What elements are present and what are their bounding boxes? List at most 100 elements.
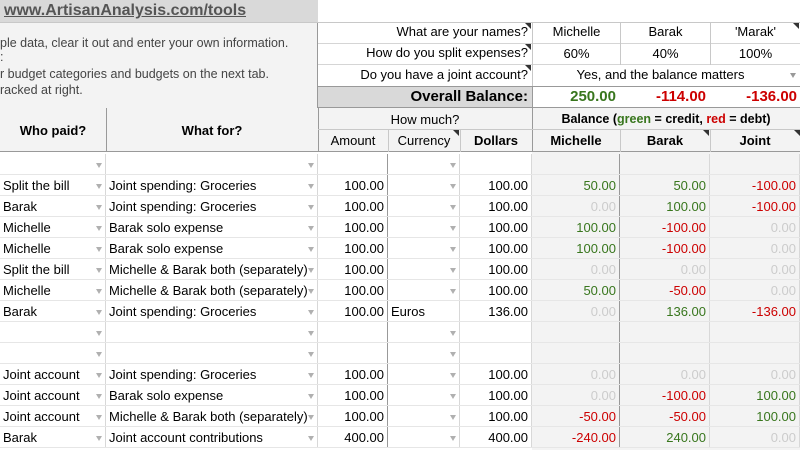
dollars-cell[interactable]: 100.00 xyxy=(460,364,532,384)
who-paid-cell[interactable]: Barak xyxy=(0,301,106,321)
dollars-cell[interactable]: 100.00 xyxy=(460,238,532,258)
what-for-cell[interactable] xyxy=(106,322,318,342)
amount-cell[interactable] xyxy=(318,322,388,342)
dropdown-arrow-icon[interactable] xyxy=(450,373,456,378)
amount-cell[interactable] xyxy=(318,154,388,174)
dollars-cell[interactable]: 400.00 xyxy=(460,427,532,447)
dropdown-arrow-icon[interactable] xyxy=(450,205,456,210)
what-for-cell[interactable]: Barak solo expense xyxy=(106,385,318,405)
amount-cell[interactable]: 400.00 xyxy=(318,427,388,447)
dropdown-arrow-icon[interactable] xyxy=(790,73,796,78)
dropdown-arrow-icon[interactable] xyxy=(96,226,102,231)
dropdown-arrow-icon[interactable] xyxy=(96,394,102,399)
dollars-cell[interactable]: 100.00 xyxy=(460,259,532,279)
amount-cell[interactable]: 100.00 xyxy=(318,259,388,279)
who-paid-cell[interactable]: Joint account xyxy=(0,385,106,405)
what-for-cell[interactable]: Joint spending: Groceries xyxy=(106,196,318,216)
dropdown-arrow-icon[interactable] xyxy=(450,247,456,252)
dollars-cell[interactable]: 100.00 xyxy=(460,175,532,195)
dropdown-arrow-icon[interactable] xyxy=(308,247,314,252)
who-paid-cell[interactable] xyxy=(0,322,106,342)
dropdown-arrow-icon[interactable] xyxy=(450,184,456,189)
name-joint-input[interactable]: 'Marak' xyxy=(711,24,800,39)
who-paid-cell[interactable]: Michelle xyxy=(0,280,106,300)
dropdown-arrow-icon[interactable] xyxy=(308,352,314,357)
dropdown-arrow-icon[interactable] xyxy=(96,310,102,315)
amount-cell[interactable]: 100.00 xyxy=(318,175,388,195)
dollars-cell[interactable]: 136.00 xyxy=(460,301,532,321)
who-paid-cell[interactable]: Joint account xyxy=(0,364,106,384)
dropdown-arrow-icon[interactable] xyxy=(450,436,456,441)
dropdown-arrow-icon[interactable] xyxy=(308,436,314,441)
dropdown-arrow-icon[interactable] xyxy=(450,226,456,231)
what-for-cell[interactable]: Barak solo expense xyxy=(106,238,318,258)
split-barak-input[interactable]: 40% xyxy=(621,46,710,61)
dollars-cell[interactable]: 100.00 xyxy=(460,385,532,405)
who-paid-cell[interactable]: Joint account xyxy=(0,406,106,426)
dropdown-arrow-icon[interactable] xyxy=(96,331,102,336)
who-paid-cell[interactable]: Split the bill xyxy=(0,259,106,279)
dollars-cell[interactable]: 100.00 xyxy=(460,280,532,300)
what-for-cell[interactable]: Joint spending: Groceries xyxy=(106,175,318,195)
who-paid-cell[interactable]: Barak xyxy=(0,427,106,447)
dropdown-arrow-icon[interactable] xyxy=(450,415,456,420)
dropdown-arrow-icon[interactable] xyxy=(308,415,314,420)
amount-cell[interactable]: 100.00 xyxy=(318,301,388,321)
dropdown-arrow-icon[interactable] xyxy=(450,394,456,399)
dollars-cell[interactable] xyxy=(460,322,532,342)
currency-cell[interactable]: Euros xyxy=(388,301,460,321)
dropdown-arrow-icon[interactable] xyxy=(308,331,314,336)
dollars-cell[interactable]: 100.00 xyxy=(460,217,532,237)
what-for-cell[interactable]: Joint spending: Groceries xyxy=(106,301,318,321)
dropdown-arrow-icon[interactable] xyxy=(308,163,314,168)
dropdown-arrow-icon[interactable] xyxy=(96,373,102,378)
what-for-cell[interactable]: Joint spending: Groceries xyxy=(106,364,318,384)
what-for-cell[interactable]: Joint account contributions xyxy=(106,427,318,447)
dropdown-arrow-icon[interactable] xyxy=(96,289,102,294)
who-paid-cell[interactable]: Barak xyxy=(0,196,106,216)
amount-cell[interactable]: 100.00 xyxy=(318,217,388,237)
amount-cell[interactable] xyxy=(318,343,388,363)
dropdown-arrow-icon[interactable] xyxy=(308,205,314,210)
amount-cell[interactable]: 100.00 xyxy=(318,196,388,216)
what-for-cell[interactable]: Barak solo expense xyxy=(106,217,318,237)
dropdown-arrow-icon[interactable] xyxy=(96,415,102,420)
dropdown-arrow-icon[interactable] xyxy=(450,289,456,294)
who-paid-cell[interactable]: Michelle xyxy=(0,217,106,237)
dropdown-arrow-icon[interactable] xyxy=(96,205,102,210)
site-title[interactable]: www.ArtisanAnalysis.com/tools xyxy=(4,2,246,20)
dropdown-arrow-icon[interactable] xyxy=(308,394,314,399)
name-michelle-input[interactable]: Michelle xyxy=(533,24,620,39)
dropdown-arrow-icon[interactable] xyxy=(308,310,314,315)
what-for-cell[interactable]: Michelle & Barak both (separately) xyxy=(106,259,318,279)
dropdown-arrow-icon[interactable] xyxy=(308,289,314,294)
name-barak-input[interactable]: Barak xyxy=(621,24,710,39)
dropdown-arrow-icon[interactable] xyxy=(450,352,456,357)
who-paid-cell[interactable]: Split the bill xyxy=(0,175,106,195)
dropdown-arrow-icon[interactable] xyxy=(96,268,102,273)
who-paid-cell[interactable]: Michelle xyxy=(0,238,106,258)
joint-account-select[interactable]: Yes, and the balance matters xyxy=(533,67,788,82)
split-michelle-input[interactable]: 60% xyxy=(533,46,620,61)
amount-cell[interactable]: 100.00 xyxy=(318,406,388,426)
amount-cell[interactable]: 100.00 xyxy=(318,238,388,258)
dropdown-arrow-icon[interactable] xyxy=(308,226,314,231)
who-paid-cell[interactable] xyxy=(0,343,106,363)
dropdown-arrow-icon[interactable] xyxy=(96,352,102,357)
dropdown-arrow-icon[interactable] xyxy=(96,184,102,189)
dollars-cell[interactable]: 100.00 xyxy=(460,406,532,426)
dropdown-arrow-icon[interactable] xyxy=(308,184,314,189)
dropdown-arrow-icon[interactable] xyxy=(450,268,456,273)
who-paid-cell[interactable] xyxy=(0,154,106,174)
dollars-cell[interactable]: 100.00 xyxy=(460,196,532,216)
dropdown-arrow-icon[interactable] xyxy=(96,247,102,252)
dropdown-arrow-icon[interactable] xyxy=(450,163,456,168)
what-for-cell[interactable]: Michelle & Barak both (separately) xyxy=(106,406,318,426)
dropdown-arrow-icon[interactable] xyxy=(308,373,314,378)
dropdown-arrow-icon[interactable] xyxy=(450,331,456,336)
dropdown-arrow-icon[interactable] xyxy=(96,163,102,168)
dollars-cell[interactable] xyxy=(460,343,532,363)
amount-cell[interactable]: 100.00 xyxy=(318,385,388,405)
amount-cell[interactable]: 100.00 xyxy=(318,364,388,384)
dropdown-arrow-icon[interactable] xyxy=(308,268,314,273)
